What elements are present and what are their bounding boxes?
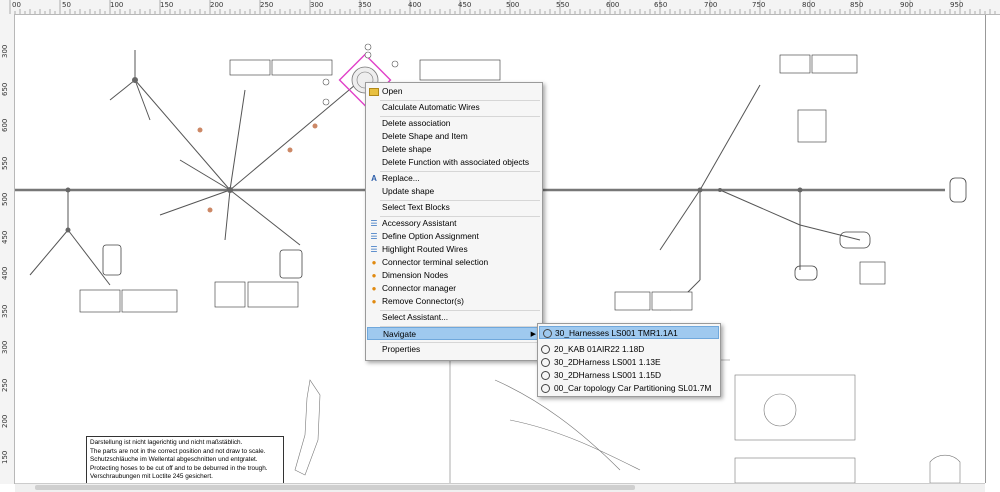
menu-item-label: Delete association — [382, 118, 451, 128]
ruler-label: 450 — [1, 230, 9, 244]
replace-icon: A — [371, 174, 377, 183]
submenu-item-label: 30_2DHarness LS001 1.15D — [554, 370, 662, 380]
horizontal-ruler: 00 50 100 150 200 250 300 350 400 450 50… — [0, 0, 1000, 15]
submenu-item-label: 30_2DHarness LS001 1.13E — [554, 357, 661, 367]
ruler-label: 150 — [1, 450, 9, 464]
menu-item-label: Delete shape — [382, 144, 432, 154]
menu-item-define-option-assignment[interactable]: ☰ Define Option Assignment — [366, 230, 542, 243]
note-line: Schutzschläuche im Wellental abgeschnitt… — [90, 456, 258, 464]
assistant-icon: ☰ — [370, 245, 378, 254]
connector-icon: ● — [371, 297, 377, 306]
ruler-label: 200 — [1, 414, 9, 428]
submenu-item-label: 00_Car topology Car Partitioning SL01.7M — [554, 383, 712, 393]
menu-item-label: Select Text Blocks — [382, 202, 450, 212]
note-line: The parts are not in the correct positio… — [90, 447, 266, 455]
menu-item-label: Connector terminal selection — [382, 257, 489, 267]
ruler-label: 650 — [1, 82, 9, 96]
menu-item-label: Connector manager — [382, 283, 457, 293]
menu-item-remove-connectors[interactable]: ● Remove Connector(s) — [366, 295, 542, 308]
document-link-icon — [541, 345, 550, 354]
menu-item-label: Open — [382, 86, 403, 96]
menu-item-label: Navigate — [383, 329, 417, 339]
document-link-icon — [541, 358, 550, 367]
menu-item-connector-manager[interactable]: ● Connector manager — [366, 282, 542, 295]
ruler-label: 300 — [1, 340, 9, 354]
menu-item-connector-terminal-selection[interactable]: ● Connector terminal selection — [366, 256, 542, 269]
menu-item-properties[interactable]: Properties — [366, 343, 542, 356]
menu-item-accessory-assistant[interactable]: ☰ Accessory Assistant — [366, 217, 542, 230]
menu-item-label: Delete Shape and Item — [382, 131, 468, 141]
context-menu: Open Calculate Automatic Wires Delete as… — [365, 82, 543, 361]
menu-item-label: Remove Connector(s) — [382, 296, 464, 306]
vertical-ruler: 300 650 600 550 500 450 400 350 300 250 … — [0, 14, 15, 484]
scrollbar-thumb[interactable] — [35, 485, 635, 490]
menu-item-label: Replace... — [382, 173, 420, 183]
submenu-item-2dharness-115d[interactable]: 30_2DHarness LS001 1.15D — [538, 369, 720, 382]
menu-item-delete-shape-and-item[interactable]: Delete Shape and Item — [366, 130, 542, 143]
ruler-label: 500 — [1, 192, 9, 206]
menu-item-dimension-nodes[interactable]: ● Dimension Nodes — [366, 269, 542, 282]
menu-item-delete-function[interactable]: Delete Function with associated objects — [366, 156, 542, 169]
menu-item-select-text-blocks[interactable]: Select Text Blocks — [366, 201, 542, 214]
connector-icon: ● — [371, 258, 377, 267]
submenu-item-label: 30_Harnesses LS001 TMR1.1A1 — [555, 328, 678, 338]
menu-item-navigate[interactable]: Navigate ▶ — [367, 327, 541, 340]
menu-item-delete-shape[interactable]: Delete shape — [366, 143, 542, 156]
ruler-label: 400 — [1, 266, 9, 280]
document-link-icon — [541, 384, 550, 393]
menu-item-label: Dimension Nodes — [382, 270, 449, 280]
menu-item-label: Accessory Assistant — [382, 218, 457, 228]
navigate-submenu: 30_Harnesses LS001 TMR1.1A1 20_KAB 01AIR… — [537, 323, 721, 397]
assistant-icon: ☰ — [370, 219, 378, 228]
menu-item-delete-association[interactable]: Delete association — [366, 117, 542, 130]
menu-item-label: Update shape — [382, 186, 435, 196]
drawing-note: Darstellung ist nicht lagerichtig und ni… — [86, 436, 284, 483]
menu-item-calculate-automatic-wires[interactable]: Calculate Automatic Wires — [366, 101, 542, 114]
menu-item-open[interactable]: Open — [366, 85, 542, 98]
menu-item-label: Calculate Automatic Wires — [382, 102, 480, 112]
document-link-icon — [543, 329, 552, 338]
submenu-item-harnesses-ls001[interactable]: 30_Harnesses LS001 TMR1.1A1 — [539, 326, 719, 339]
assistant-icon: ☰ — [370, 232, 378, 241]
note-line: Verschraubungen mit Loctite 245 gesicher… — [90, 473, 213, 481]
note-line: Darstellung ist nicht lagerichtig und ni… — [90, 439, 243, 446]
menu-item-label: Properties — [382, 344, 421, 354]
menu-item-label: Select Assistant... — [382, 312, 449, 322]
ruler-label: 300 — [1, 44, 9, 58]
menu-item-select-assistant[interactable]: Select Assistant... — [366, 311, 542, 324]
connector-icon: ● — [371, 271, 377, 280]
menu-item-replace[interactable]: A Replace... — [366, 172, 542, 185]
folder-icon — [369, 88, 379, 96]
submenu-item-car-topology[interactable]: 00_Car topology Car Partitioning SL01.7M — [538, 382, 720, 395]
submenu-item-kab-01air22[interactable]: 20_KAB 01AIR22 1.18D — [538, 343, 720, 356]
menu-item-label: Define Option Assignment — [382, 231, 479, 241]
ruler-label: 250 — [1, 378, 9, 392]
submenu-arrow-icon: ▶ — [530, 331, 536, 338]
menu-item-update-shape[interactable]: Update shape — [366, 185, 542, 198]
note-line: Protecting hoses to be cut off and to be… — [90, 464, 268, 472]
ruler-ticks — [9, 0, 996, 14]
submenu-item-2dharness-113e[interactable]: 30_2DHarness LS001 1.13E — [538, 356, 720, 369]
connector-icon: ● — [371, 284, 377, 293]
ruler-label: 600 — [1, 118, 9, 132]
submenu-item-label: 20_KAB 01AIR22 1.18D — [554, 344, 645, 354]
menu-item-highlight-routed-wires[interactable]: ☰ Highlight Routed Wires — [366, 243, 542, 256]
menu-item-label: Highlight Routed Wires — [382, 244, 468, 254]
menu-item-label: Delete Function with associated objects — [382, 157, 530, 167]
ruler-label: 350 — [1, 304, 9, 318]
ruler-label: 550 — [1, 156, 9, 170]
page-border — [985, 15, 986, 483]
document-link-icon — [541, 371, 550, 380]
